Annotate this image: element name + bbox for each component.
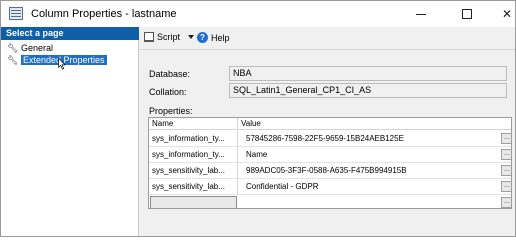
- new-property-row[interactable]: ...: [149, 195, 511, 208]
- column-header-name[interactable]: Name: [149, 118, 238, 130]
- property-name-cell[interactable]: sys_sensitivity_lab...: [149, 163, 238, 178]
- table-icon: [9, 7, 23, 20]
- mouse-cursor-icon: [58, 58, 66, 70]
- script-button[interactable]: Script: [144, 32, 180, 42]
- column-properties-window: Column Properties - lastname ✕ Select a …: [0, 0, 516, 237]
- database-field[interactable]: NBA: [229, 66, 507, 81]
- help-icon: ?: [197, 32, 208, 43]
- wrench-icon: 🔧︎: [7, 55, 19, 65]
- properties-pane: Script ? Help Database: NBA Collation: S…: [140, 27, 515, 236]
- table-row[interactable]: sys_information_ty... Name ...: [149, 147, 511, 163]
- property-name-cell[interactable]: sys_information_ty...: [149, 147, 238, 162]
- table-row[interactable]: sys_sensitivity_lab... 989ADC05-3F3F-058…: [149, 163, 511, 179]
- toolbar: Script ? Help: [140, 27, 515, 49]
- property-value-cell[interactable]: Name: [238, 147, 500, 162]
- ellipsis-button[interactable]: ...: [501, 149, 511, 160]
- toolbar-divider: [140, 49, 515, 50]
- property-value-cell[interactable]: 989ADC05-3F3F-0588-A635-F475B994915B: [238, 163, 500, 178]
- title-bar: Column Properties - lastname ✕: [1, 1, 515, 27]
- table-row[interactable]: sys_sensitivity_lab... Confidential - GD…: [149, 179, 511, 195]
- ellipsis-button[interactable]: ...: [501, 133, 511, 144]
- property-name-cell[interactable]: sys_sensitivity_lab...: [149, 179, 238, 194]
- properties-grid: Name Value sys_information_ty... 5784528…: [148, 117, 512, 209]
- properties-label: Properties:: [149, 106, 193, 116]
- help-label: Help: [211, 32, 230, 43]
- minimize-button[interactable]: [401, 1, 441, 27]
- script-icon: [144, 32, 154, 42]
- column-header-value[interactable]: Value: [238, 118, 488, 130]
- wrench-icon: 🔧︎: [7, 43, 19, 53]
- maximize-icon: [462, 9, 472, 19]
- database-label: Database:: [149, 69, 191, 79]
- script-label: Script: [157, 32, 181, 42]
- grid-header: Name Value: [149, 118, 511, 130]
- page-item-general[interactable]: 🔧︎ General: [7, 42, 53, 54]
- collation-label: Collation:: [149, 87, 187, 97]
- new-property-value-cell[interactable]: [238, 195, 500, 208]
- select-page-header: Select a page: [1, 27, 139, 40]
- ellipsis-button[interactable]: ...: [501, 181, 511, 192]
- minimize-icon: [416, 13, 426, 15]
- property-value-cell[interactable]: Confidential - GDPR: [238, 179, 500, 194]
- page-selector-pane: Select a page 🔧︎ General 🔧︎ Extended Pro…: [1, 27, 139, 236]
- script-dropdown-icon[interactable]: [188, 35, 194, 39]
- maximize-button[interactable]: [447, 1, 487, 27]
- close-button[interactable]: ✕: [493, 1, 515, 27]
- ellipsis-button[interactable]: ...: [501, 197, 511, 208]
- property-value-cell[interactable]: 57845286-7598-22F5-9659-15B24AEB125E: [238, 131, 500, 146]
- window-title: Column Properties - lastname: [31, 8, 177, 20]
- collation-field[interactable]: SQL_Latin1_General_CP1_CI_AS: [229, 83, 507, 98]
- close-icon: ✕: [501, 7, 513, 21]
- table-row[interactable]: sys_information_ty... 57845286-7598-22F5…: [149, 131, 511, 147]
- new-property-name-cell[interactable]: [150, 196, 237, 208]
- help-button[interactable]: ? Help: [197, 32, 230, 43]
- page-item-label: General: [21, 43, 54, 53]
- ellipsis-button[interactable]: ...: [501, 165, 511, 176]
- property-name-cell[interactable]: sys_information_ty...: [149, 131, 238, 146]
